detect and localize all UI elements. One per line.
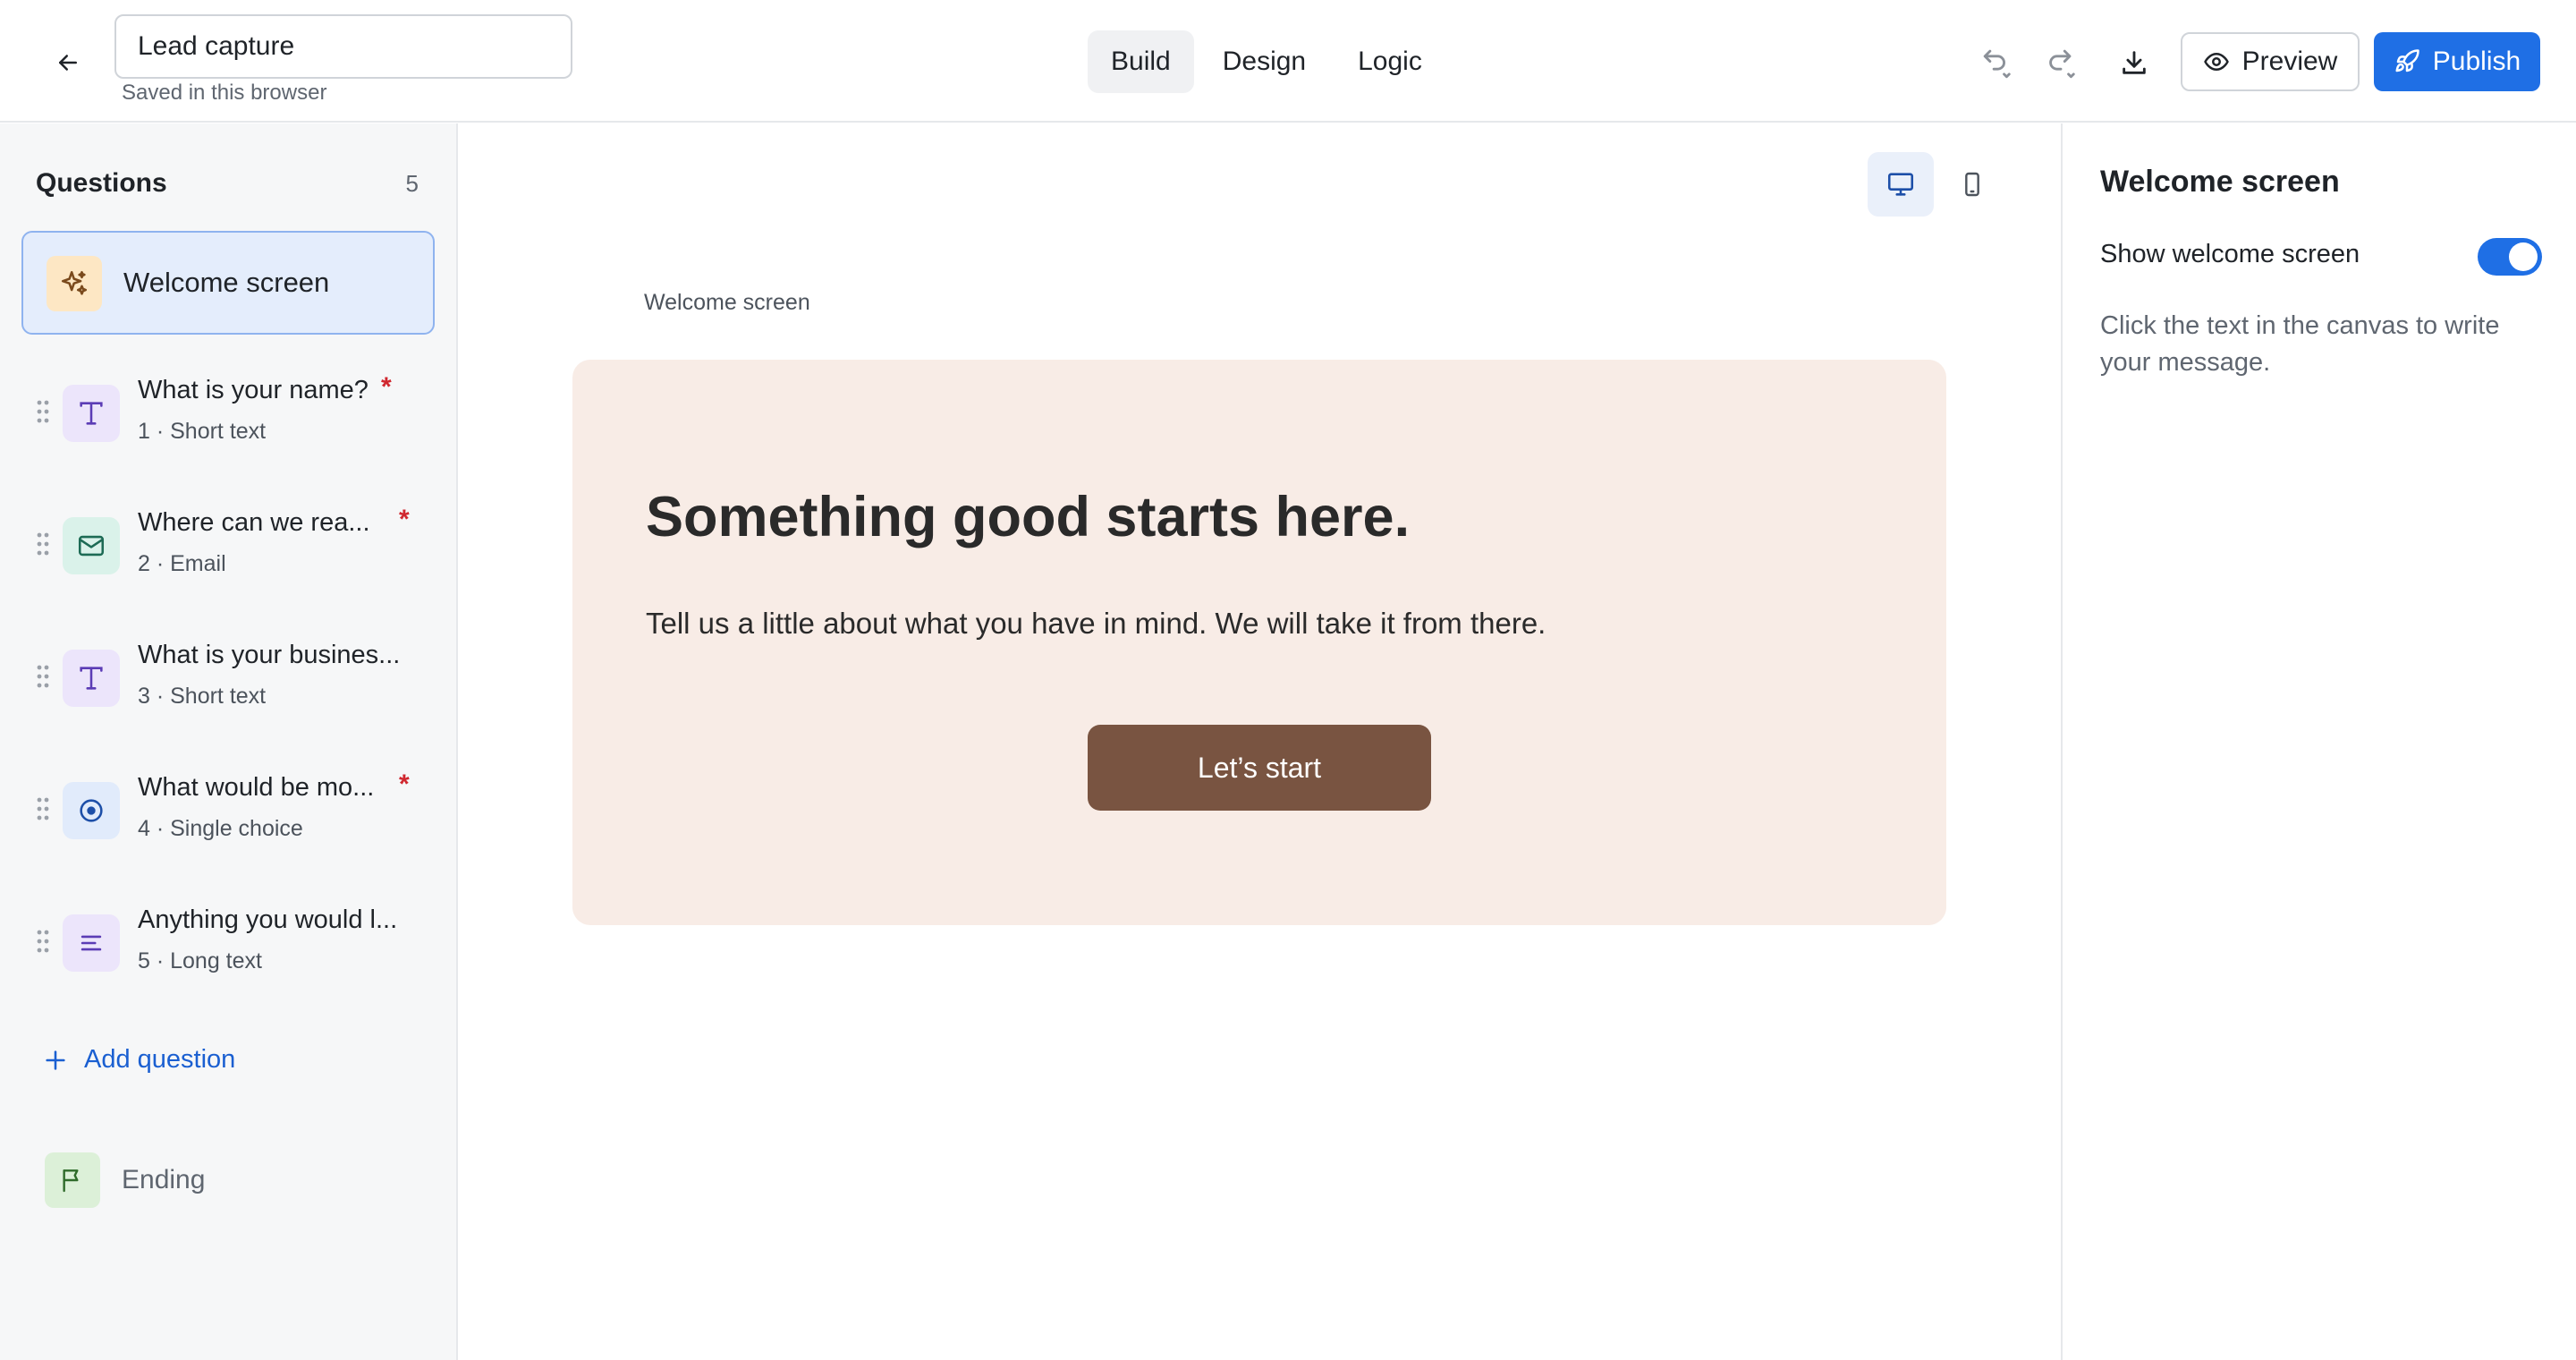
ending-item-label: Ending [122,1165,206,1194]
panel-help-text: Click the text in the canvas to write yo… [2100,311,2500,377]
required-marker: * [399,769,410,799]
question-title: What is your busines... [138,641,401,669]
start-button[interactable]: Let’s start [1088,725,1431,811]
question-subtitle: 3 · Short text [138,684,267,709]
undo-button[interactable] [1971,38,2021,88]
question-item[interactable]: What is your name? * 1 · Short text [21,365,435,472]
sidebar-item-ending[interactable]: Ending [21,1142,435,1222]
radio-icon [63,782,120,839]
question-subtitle: 4 · Single choice [138,816,303,841]
tab-design[interactable]: Design [1199,30,1329,93]
sparkles-icon [47,256,102,311]
question-item[interactable]: Anything you would l... 5 · Long text [21,895,435,1002]
redo-button[interactable] [2036,38,2086,88]
settings-panel: Welcome screen Show welcome screen Click… [2061,123,2576,1360]
plus-icon [43,1048,68,1073]
welcome-item-label: Welcome screen [123,267,330,298]
question-title: Anything you would l... [138,905,398,934]
form-canvas: Welcome screen Something good starts her… [460,123,2061,1360]
tab-build[interactable]: Build [1088,30,1194,93]
drag-handle-icon[interactable] [36,399,50,424]
required-marker: * [399,505,410,534]
welcome-heading[interactable]: Something good starts here. [646,485,1410,549]
question-subtitle: 5 · Long text [138,948,262,973]
question-item[interactable]: What would be mo... * 4 · Single choice [21,762,435,870]
drag-handle-icon[interactable] [36,664,50,689]
eye-icon [2203,48,2230,75]
drag-handle-icon[interactable] [36,531,50,557]
canvas-section-label: Welcome screen [644,290,810,315]
rocket-icon [2394,48,2420,75]
question-title: What would be mo... [138,773,375,802]
tab-logic[interactable]: Logic [1335,30,1445,93]
questions-sidebar: Questions 5 Welcome screen What is your … [0,123,458,1360]
redo-icon [2043,45,2079,81]
sidebar-title: Questions [36,168,167,198]
question-count: 5 [405,170,419,197]
welcome-screen-card: Something good starts here. Tell us a li… [572,360,1946,925]
text-type-icon [63,650,120,707]
add-question-button[interactable]: Add question [43,1045,235,1075]
lines-icon [63,914,120,972]
undo-icon [1979,45,2014,81]
drag-handle-icon[interactable] [36,796,50,821]
flag-icon [45,1152,100,1208]
required-marker: * [381,372,392,402]
form-title-input[interactable] [114,14,572,79]
preview-button[interactable]: Preview [2181,32,2360,91]
question-subtitle: 2 · Email [138,551,226,576]
toggle-knob [2509,242,2538,271]
download-icon [2119,47,2149,78]
text-type-icon [63,385,120,442]
show-welcome-label: Show welcome screen [2100,240,2360,268]
arrow-left-icon [55,49,81,76]
question-item[interactable]: Where can we rea... * 2 · Email [21,497,435,605]
welcome-message[interactable]: Tell us a little about what you have in … [646,607,1546,641]
smartphone-icon [1958,170,1987,199]
show-welcome-toggle[interactable] [2478,238,2542,276]
question-subtitle: 1 · Short text [138,419,267,444]
question-item[interactable]: What is your busines... 3 · Short text [21,630,435,737]
publish-label: Publish [2432,47,2521,76]
saved-status: Saved in this browser [122,81,327,105]
add-question-label: Add question [84,1045,236,1074]
back-button[interactable] [45,39,91,86]
monitor-icon [1885,169,1916,200]
drag-handle-icon[interactable] [36,929,50,954]
question-title: Where can we rea... [138,508,370,537]
download-button[interactable] [2109,38,2159,88]
sidebar-item-welcome-screen[interactable]: Welcome screen [21,231,435,335]
mail-icon [63,517,120,574]
panel-title: Welcome screen [2100,165,2340,199]
question-title: What is your name? [138,376,369,404]
publish-button[interactable]: Publish [2374,32,2540,91]
mobile-view-button[interactable] [1939,152,2005,217]
desktop-view-button[interactable] [1868,152,1934,217]
top-bar: Saved in this browser Build Design Logic… [0,0,2576,123]
mode-tabs: Build Design Logic [1088,30,1445,93]
preview-label: Preview [2241,47,2338,76]
